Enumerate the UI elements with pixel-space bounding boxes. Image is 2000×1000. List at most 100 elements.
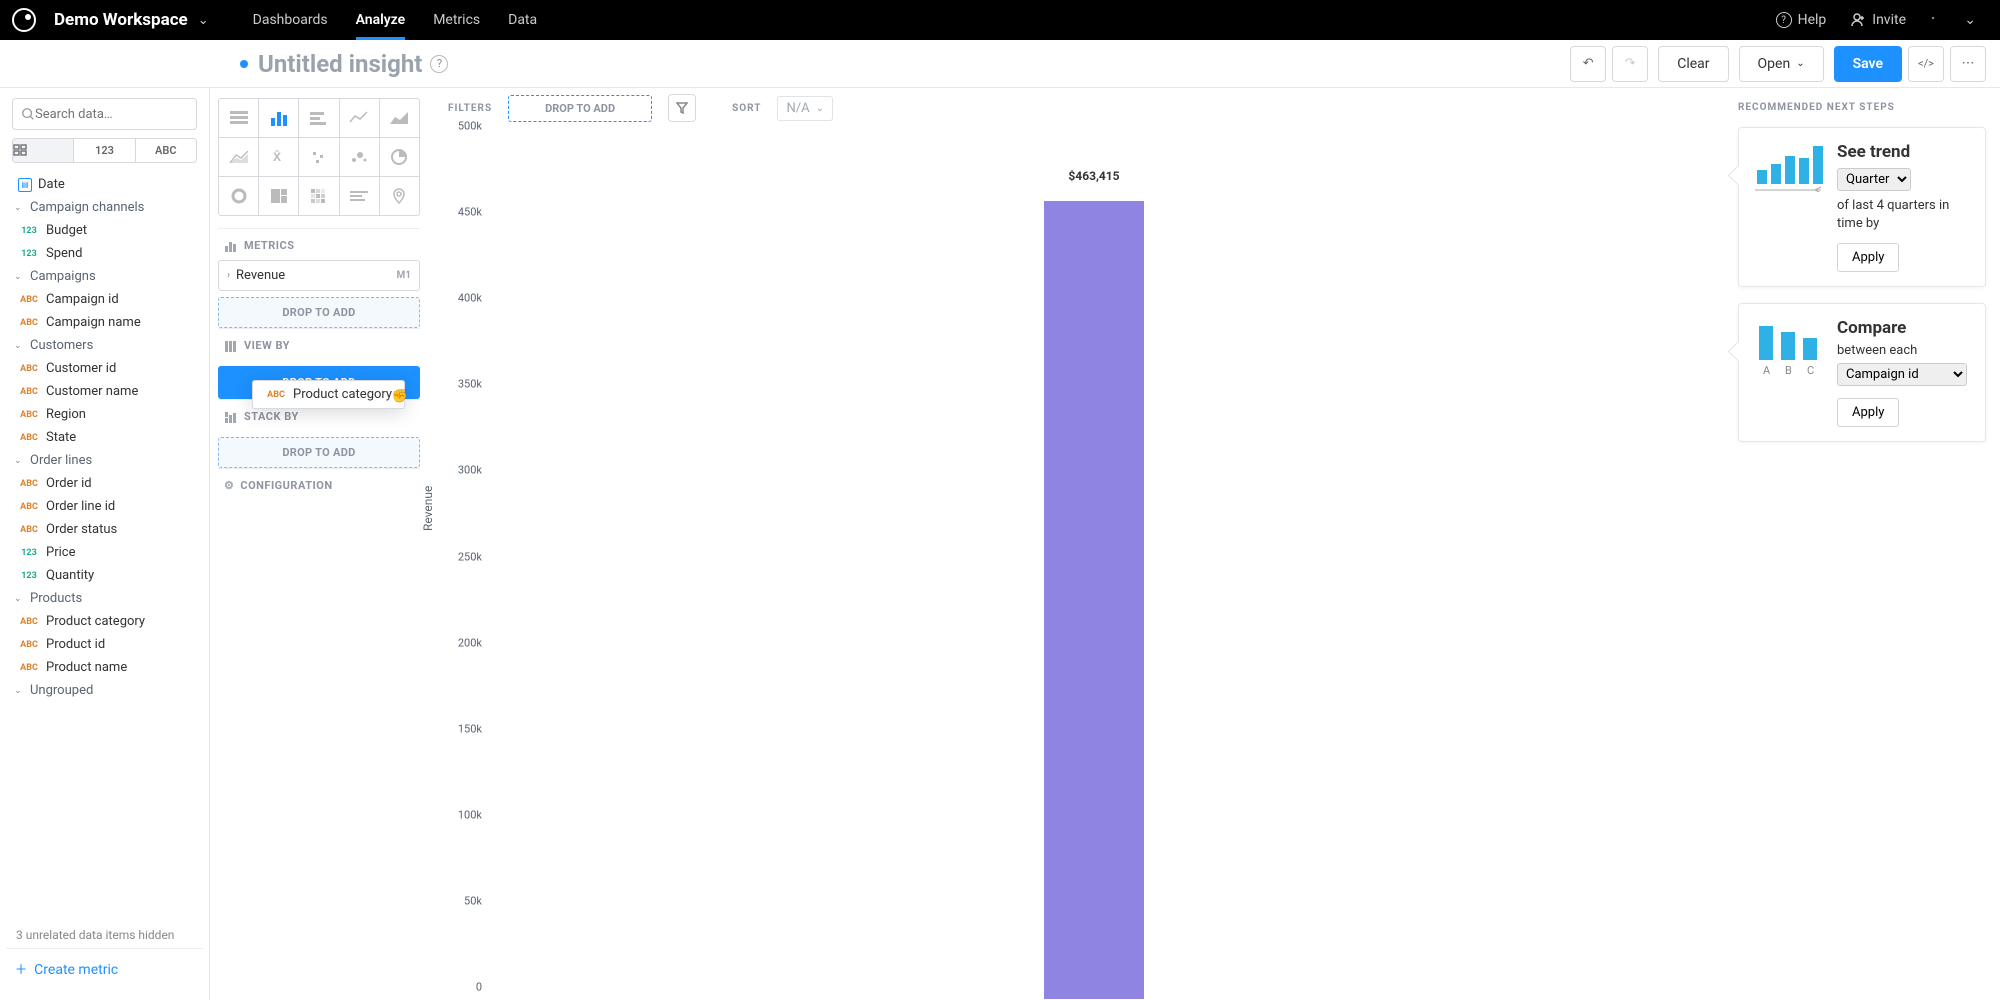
unsaved-indicator-icon <box>240 60 248 68</box>
chart-type-pie[interactable] <box>380 138 419 176</box>
plus-icon: + <box>16 959 26 980</box>
more-button[interactable]: ⋯ <box>1950 46 1986 82</box>
tree-item-campaign-name[interactable]: ABCCampaign name <box>6 311 203 334</box>
chevron-down-icon: ⌄ <box>14 203 24 213</box>
tree-item-order-lines[interactable]: ⌄Order lines <box>6 449 203 472</box>
tree-item-order-status[interactable]: ABCOrder status <box>6 518 203 541</box>
topbar: Demo Workspace ⌄ Dashboards Analyze Metr… <box>0 0 2000 40</box>
account-menu-caret-icon[interactable]: ⌄ <box>1952 12 1988 28</box>
data-catalog-panel: 123 ABC ▤Date⌄Campaign channels123Budget… <box>0 88 210 1000</box>
undo-button[interactable]: ↶ <box>1570 46 1606 82</box>
metrics-drop-zone[interactable]: DROP TO ADD <box>218 297 420 328</box>
chart-type-stacked-area[interactable] <box>219 138 258 176</box>
insight-title[interactable]: Untitled insight <box>258 50 422 78</box>
123-tag-icon: 123 <box>18 547 40 559</box>
date-icon: ▤ <box>18 178 32 192</box>
chart-type-bullet[interactable] <box>340 177 379 215</box>
viewby-drop-zone[interactable]: DROP TO ADD <box>218 366 420 399</box>
tree-item-product-id[interactable]: ABCProduct id <box>6 633 203 656</box>
tree-item-price[interactable]: 123Price <box>6 541 203 564</box>
trend-period-select[interactable]: Quarter <box>1837 168 1911 191</box>
nav-dashboards[interactable]: Dashboards <box>239 0 342 40</box>
tree-item-product-category[interactable]: ABCProduct category <box>6 610 203 633</box>
workspace-name[interactable]: Demo Workspace <box>54 10 188 30</box>
123-tag-icon: 123 <box>18 248 40 260</box>
trend-apply-button[interactable]: Apply <box>1837 243 1899 272</box>
compare-apply-button[interactable]: Apply <box>1837 398 1899 427</box>
chart-type-bar[interactable] <box>299 99 338 137</box>
tree-item-region[interactable]: ABCRegion <box>6 403 203 426</box>
metric-item-revenue[interactable]: › Revenue M1 <box>218 260 420 291</box>
tree-item-customers[interactable]: ⌄Customers <box>6 334 203 357</box>
trend-text: of last 4 quarters in time by <box>1837 197 1971 233</box>
workspace-caret-icon[interactable]: ⌄ <box>198 13 209 28</box>
segment-all[interactable] <box>13 139 74 162</box>
tree-item-state[interactable]: ABCState <box>6 426 203 449</box>
chart-type-scatter[interactable] <box>299 138 338 176</box>
clear-button[interactable]: Clear <box>1658 46 1728 82</box>
abc-tag-icon: ABC <box>18 409 40 421</box>
stackby-drop-zone[interactable]: DROP TO ADD <box>218 437 420 468</box>
chart-type-treemap[interactable] <box>259 177 298 215</box>
nav-metrics[interactable]: Metrics <box>419 0 494 40</box>
tree-item-order-id[interactable]: ABCOrder id <box>6 472 203 495</box>
chart-bar[interactable] <box>1044 201 1144 999</box>
invite-button[interactable]: Invite <box>1838 12 1918 28</box>
segment-text[interactable]: ABC <box>136 139 196 162</box>
embed-button[interactable]: </> <box>1908 46 1944 82</box>
app-logo-icon[interactable] <box>12 8 36 32</box>
tree-item-date[interactable]: ▤Date <box>6 173 203 196</box>
funnel-icon <box>676 102 688 114</box>
tree-item-product-name[interactable]: ABCProduct name <box>6 656 203 679</box>
filters-drop-zone[interactable]: DROP TO ADD <box>508 95 652 122</box>
tree-item-campaigns[interactable]: ⌄Campaigns <box>6 265 203 288</box>
y-tick: 200k <box>458 636 482 649</box>
item-label: Order status <box>46 522 117 537</box>
nav-analyze[interactable]: Analyze <box>342 0 420 40</box>
recommendations-title: RECOMMENDED NEXT STEPS <box>1738 102 1986 113</box>
configuration-section-header[interactable]: ⚙ CONFIGURATION <box>218 468 420 500</box>
segment-numeric[interactable]: 123 <box>74 139 135 162</box>
chart-type-heatmap[interactable] <box>299 177 338 215</box>
chart-type-geo[interactable] <box>380 177 419 215</box>
nav-data[interactable]: Data <box>494 0 551 40</box>
chart-type-combo[interactable]: X̄ <box>259 138 298 176</box>
tree-item-spend[interactable]: 123 Spend <box>6 242 203 265</box>
filter-icon-button[interactable] <box>668 94 696 122</box>
chart-type-area[interactable] <box>380 99 419 137</box>
tree-item-campaign-id[interactable]: ABCCampaign id <box>6 288 203 311</box>
redo-button[interactable]: ↷ <box>1612 46 1648 82</box>
item-label: Spend <box>46 246 82 261</box>
chart-type-donut[interactable] <box>219 177 258 215</box>
tree-item-ungrouped[interactable]: ⌄Ungrouped <box>6 679 203 702</box>
group-label: Products <box>30 591 82 606</box>
save-button[interactable]: Save <box>1834 46 1902 82</box>
sort-select[interactable]: N/A ⌄ <box>777 96 833 121</box>
filters-label: FILTERS <box>448 103 492 114</box>
search-data[interactable] <box>12 98 197 130</box>
open-button[interactable]: Open⌄ <box>1739 46 1824 82</box>
tree-item-order-line-id[interactable]: ABCOrder line id <box>6 495 203 518</box>
svg-text:X̄: X̄ <box>273 150 281 164</box>
chart-type-column[interactable] <box>259 99 298 137</box>
chart-type-table[interactable] <box>219 99 258 137</box>
chart-plot: $463,415 <box>488 138 1700 1000</box>
chart-type-line[interactable] <box>340 99 379 137</box>
compare-attribute-select[interactable]: Campaign id <box>1837 363 1967 386</box>
tree-item-products[interactable]: ⌄Products <box>6 587 203 610</box>
create-metric-button[interactable]: + Create metric <box>6 948 203 990</box>
tree-item-quantity[interactable]: 123Quantity <box>6 564 203 587</box>
title-help-icon[interactable]: ? <box>430 55 448 73</box>
type-segments: 123 ABC <box>12 138 197 163</box>
tree-item-budget[interactable]: 123Budget <box>6 219 203 242</box>
tree-item-customer-id[interactable]: ABCCustomer id <box>6 357 203 380</box>
gear-icon: ⚙ <box>224 479 234 492</box>
search-input[interactable] <box>35 107 201 122</box>
abc-tag-icon: ABC <box>18 363 40 375</box>
notifications-button[interactable]: ⠂ <box>1918 12 1952 28</box>
tree-item-customer-name[interactable]: ABCCustomer name <box>6 380 203 403</box>
help-button[interactable]: ? Help <box>1764 12 1839 28</box>
chart-type-bubble[interactable] <box>340 138 379 176</box>
tree-item-campaign-channels[interactable]: ⌄Campaign channels <box>6 196 203 219</box>
chart-type-grid: X̄ <box>218 98 420 216</box>
